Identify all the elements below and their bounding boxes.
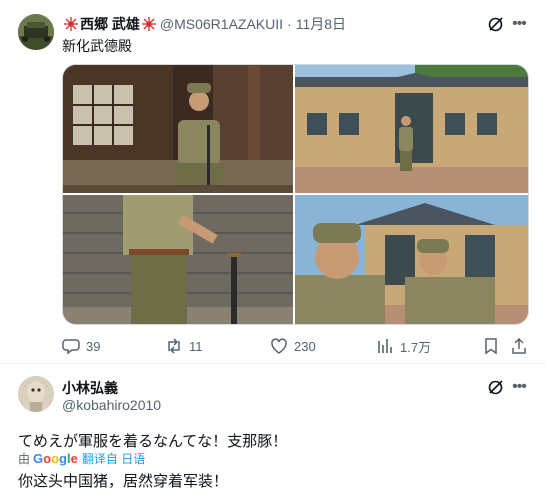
bookmark-button[interactable]	[482, 336, 506, 356]
media-photo-1[interactable]	[63, 65, 293, 193]
more-options-icon[interactable]: •••	[509, 15, 529, 33]
heart-icon	[271, 338, 287, 354]
more-options-icon[interactable]: •••	[509, 378, 529, 396]
reply-author-name[interactable]: 小林弘義	[62, 378, 118, 398]
grok-icon[interactable]	[487, 378, 505, 396]
reply-icon	[62, 339, 80, 355]
share-icon	[512, 337, 526, 354]
reply-text: てめえが軍服を着るなんてな！支那豚！	[18, 433, 288, 450]
like-button[interactable]: 230	[270, 336, 316, 356]
google-logo: Google	[33, 451, 78, 466]
translated-by-prefix: 由	[18, 452, 31, 466]
reply-count: 39	[86, 338, 101, 354]
reply-author-handle[interactable]: @kobahiro2010	[62, 397, 161, 413]
tweet-timestamp[interactable]: 11月8日	[296, 14, 346, 34]
tweet-actions: 39 11 230 1.7万	[62, 336, 530, 356]
like-count: 230	[294, 338, 316, 354]
author-name[interactable]: 西郷 武雄	[80, 14, 140, 34]
media-photo-3[interactable]	[63, 195, 293, 324]
views-button[interactable]: 1.7万	[376, 336, 431, 356]
media-grid[interactable]	[62, 64, 529, 325]
retweet-button[interactable]: 11	[165, 336, 203, 356]
media-photo-4[interactable]	[295, 195, 528, 324]
rising-sun-flag-icon	[64, 17, 78, 31]
bookmark-icon	[485, 338, 497, 355]
rising-sun-flag-icon	[141, 17, 156, 31]
retweet-icon	[168, 338, 180, 354]
translated-text: 你这头中国猪，居然穿着军装！	[18, 473, 229, 490]
tweet-text: 新化武德殿	[62, 38, 132, 54]
reply-tweet[interactable]: 小林弘義 @kobahiro2010 ••• てめえが軍服を着るなんてな！支那豚…	[0, 364, 546, 497]
reply-author-avatar[interactable]	[18, 376, 54, 412]
media-photo-2[interactable]	[295, 65, 528, 193]
author-avatar[interactable]	[18, 14, 54, 50]
view-count: 1.7万	[400, 339, 432, 355]
separator-dot: ·	[287, 16, 292, 32]
views-chart-icon	[378, 339, 392, 353]
grok-icon[interactable]	[487, 15, 505, 33]
share-button[interactable]	[510, 336, 534, 356]
translation-attribution: 由 Google 翻译自 日语	[18, 450, 145, 467]
tweet-header: 西郷 武雄 @MS06R1AZAKUII · 11月8日	[64, 14, 346, 34]
retweet-count: 11	[189, 338, 203, 354]
author-handle[interactable]: @MS06R1AZAKUII	[160, 16, 283, 32]
tweet[interactable]: 西郷 武雄 @MS06R1AZAKUII · 11月8日 ••• 新化武德殿 3…	[0, 0, 546, 364]
translate-link[interactable]: 翻译自 日语	[82, 450, 145, 467]
reply-button[interactable]: 39	[62, 336, 100, 356]
